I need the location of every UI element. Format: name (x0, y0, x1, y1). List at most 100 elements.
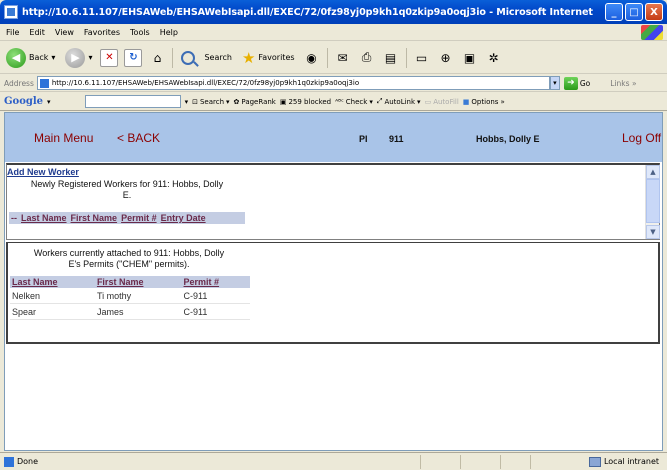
back-button[interactable]: ◀ Back ▾ (4, 46, 57, 70)
column-first-name[interactable]: First Name (71, 213, 118, 223)
forward-arrow-icon: ▶ (65, 47, 86, 68)
autofill-button[interactable]: ▭ AutoFill (425, 98, 459, 106)
add-new-worker-link[interactable]: Add New Worker (7, 167, 79, 177)
forward-button[interactable]: ▶ ▾ (63, 46, 94, 70)
google-search-input[interactable] (84, 95, 181, 108)
links-button[interactable]: Links » (610, 79, 636, 88)
google-search-icon: ⊡ (192, 97, 198, 106)
attached-caption-line1: Workers currently attached to 911: Hobbs… (33, 248, 225, 258)
options-label: Options (471, 97, 499, 106)
column-permit[interactable]: Permit # (181, 276, 250, 288)
address-input[interactable]: http://10.6.11.107/EHSAWeb/EHSAWebIsapi.… (36, 76, 550, 90)
attached-workers-frame: Workers currently attached to 911: Hobbs… (6, 242, 660, 344)
back-link[interactable]: < BACK (117, 131, 160, 145)
table-row: Nelken Ti mothy C-911 (10, 288, 250, 304)
ie-icon (4, 5, 18, 19)
maximize-button[interactable]: □ (625, 3, 643, 21)
cell-first-name: Ti mothy (94, 288, 182, 304)
page-icon (4, 456, 14, 467)
menu-file[interactable]: File (6, 28, 19, 37)
cell-last-name: Nelken (10, 288, 95, 304)
menu-help[interactable]: Help (160, 28, 178, 37)
column-last-name[interactable]: Last Name (10, 276, 95, 288)
menu-view[interactable]: View (55, 28, 74, 37)
main-menu-link[interactable]: Main Menu (34, 131, 93, 145)
menu-favorites[interactable]: Favorites (84, 28, 120, 37)
pagerank-icon: ✿ (233, 97, 240, 106)
scroll-down-icon[interactable]: ▼ (646, 225, 660, 239)
popup-blocker[interactable]: ▣ 259 blocked (280, 98, 331, 106)
research-icon[interactable]: ⊕ (437, 49, 455, 67)
home-icon[interactable]: ⌂ (148, 49, 166, 67)
chevron-down-icon[interactable]: ▾ (51, 53, 55, 62)
search-icon (181, 50, 196, 65)
google-search-button[interactable]: ⊡ Search ▾ (192, 98, 229, 106)
cell-last-name: Spear (10, 303, 95, 320)
options-button[interactable]: ■ Options » (463, 98, 505, 106)
address-bar: Address http://10.6.11.107/EHSAWeb/EHSAW… (0, 75, 667, 92)
column-first-name[interactable]: First Name (94, 276, 182, 288)
google-logo[interactable]: Google (4, 96, 43, 107)
toolbar-separator (172, 47, 174, 68)
menu-edit[interactable]: Edit (29, 28, 45, 37)
refresh-icon[interactable]: ↻ (124, 48, 143, 67)
address-dropdown[interactable]: ▾ (549, 76, 560, 90)
go-label: Go (579, 78, 591, 88)
column-permit[interactable]: Permit # (121, 213, 157, 223)
spellcheck-button[interactable]: ᴬᴮᶜ Check ▾ (335, 98, 373, 106)
stop-icon[interactable]: ✕ (100, 48, 119, 67)
favorites-button[interactable]: ★ Favorites (240, 46, 297, 70)
media-icon[interactable]: ◉ (303, 49, 321, 67)
search-button[interactable]: Search (179, 46, 233, 70)
log-off-link[interactable]: Log Off (622, 131, 661, 145)
new-workers-caption-line1: Newly Registered Workers for 911: Hobbs,… (30, 179, 224, 189)
window-controls: _ □ X (605, 3, 663, 21)
scroll-up-icon[interactable]: ▲ (646, 165, 660, 179)
cell-permit: C-911 (181, 288, 250, 304)
title-bar: http://10.6.11.107/EHSAWeb/EHSAWebIsapi.… (0, 0, 667, 24)
status-divider (530, 454, 531, 469)
minimize-button[interactable]: _ (605, 3, 623, 21)
status-bar: Done Local intranet (0, 452, 667, 470)
autofill-label: AutoFill (433, 97, 459, 106)
google-menu-dropdown[interactable]: ▾ (47, 98, 51, 106)
edit-icon[interactable]: ▤ (382, 49, 400, 67)
discuss-icon[interactable]: ▣ (461, 49, 479, 67)
folder-icon[interactable]: ▭ (413, 49, 431, 67)
frame-scrollbar[interactable]: ▲ ▼ (645, 165, 660, 239)
check-label: Check (345, 97, 368, 106)
favorites-label: Favorites (258, 53, 295, 62)
new-workers-header-row: -- Last Name First Name Permit # Entry D… (9, 212, 245, 224)
go-button[interactable]: ➜ Go (563, 76, 591, 90)
mail-icon[interactable]: ✉ (334, 49, 352, 67)
new-workers-caption-line2: E. (122, 190, 132, 200)
menu-tools[interactable]: Tools (130, 28, 150, 37)
print-icon[interactable]: ⎙ (358, 49, 376, 67)
pagerank-indicator[interactable]: ✿ PageRank (234, 98, 276, 106)
toolbar-separator (326, 47, 328, 68)
chevron-down-icon[interactable]: ▾ (88, 53, 92, 62)
cell-first-name: James (94, 303, 182, 320)
toolbar-separator (405, 47, 407, 68)
pi-name: Hobbs, Dolly E (476, 134, 540, 144)
options-icon: ■ (462, 97, 470, 106)
new-workers-caption: Newly Registered Workers for 911: Hobbs,… (15, 179, 239, 201)
status-divider (460, 454, 461, 469)
autolink-label: AutoLink (384, 97, 416, 106)
messenger-icon[interactable]: ✲ (485, 49, 503, 67)
dash-cell: -- (11, 213, 17, 223)
column-last-name[interactable]: Last Name (21, 213, 67, 223)
column-entry-date[interactable]: Entry Date (161, 213, 206, 223)
autolink-button[interactable]: ⤢ AutoLink ▾ (377, 97, 421, 106)
attached-workers-caption: Workers currently attached to 911: Hobbs… (16, 248, 242, 270)
google-search-dropdown[interactable]: ▾ (185, 98, 189, 106)
autolink-icon: ⤢ (376, 97, 383, 105)
go-arrow-icon: ➜ (563, 76, 578, 90)
search-label: Search (204, 53, 232, 62)
close-button[interactable]: X (645, 3, 663, 21)
autofill-icon: ▭ (424, 97, 432, 106)
pi-label: PI (359, 134, 368, 144)
scroll-thumb[interactable] (646, 179, 660, 223)
favorites-star-icon: ★ (241, 48, 256, 67)
intranet-zone-icon (588, 456, 601, 467)
